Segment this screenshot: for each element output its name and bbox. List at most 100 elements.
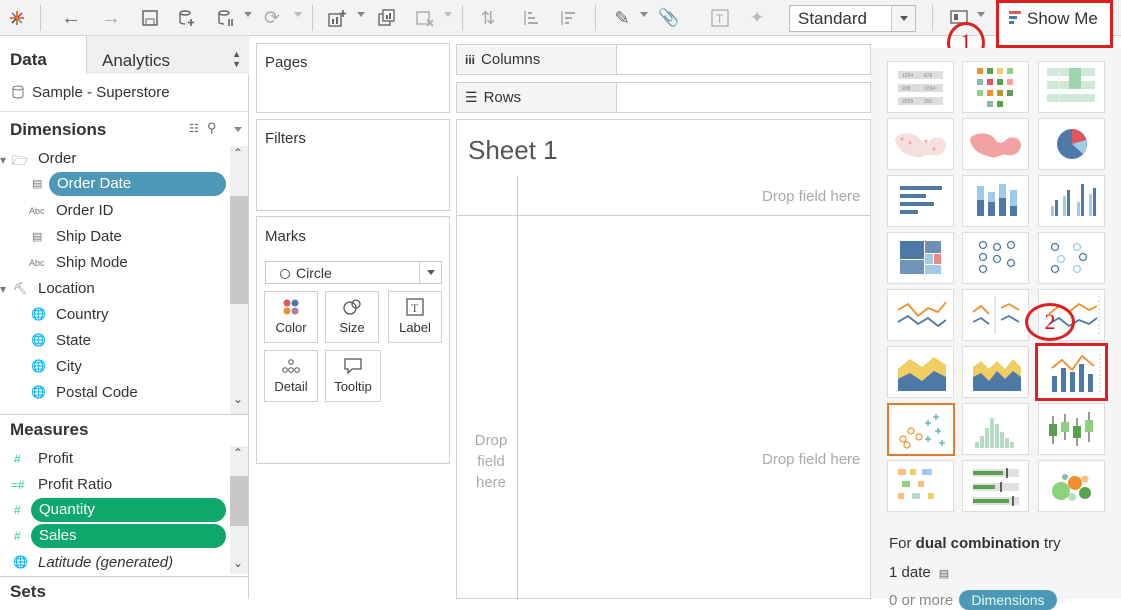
dimension-country[interactable]: Country [56,306,109,323]
new-worksheet-icon[interactable] [325,6,349,30]
caret-icon[interactable] [357,12,365,17]
search-icon[interactable]: ⚲ [207,120,217,136]
fit-select[interactable]: Standard [789,5,916,32]
tab-data[interactable]: Data [0,36,86,74]
dimension-order-date[interactable]: Order Date [49,172,226,196]
caret-icon[interactable] [294,12,302,17]
marks-size-button[interactable]: Size [325,291,379,343]
chart-pie[interactable] [1038,118,1105,170]
chart-circle-views[interactable] [962,232,1029,284]
chart-box-whisker[interactable] [1038,403,1105,455]
globe-icon: 🌐 [31,307,46,321]
filters-shelf[interactable]: Filters [256,119,450,211]
datasource-row[interactable]: Sample - Superstore [12,84,170,102]
chart-horizontal-bars[interactable] [887,175,954,227]
dimension-postal-code[interactable]: Postal Code [56,384,138,401]
chart-text-table[interactable]: 1234 678 938 1034 2029 290 [887,61,954,113]
expand-triangle-icon[interactable]: ▾ [0,282,6,296]
undo-icon[interactable]: ← [58,6,84,30]
chart-symbol-map[interactable] [887,118,954,170]
scroll-up-icon[interactable]: ⌃ [233,446,243,460]
scroll-up-icon[interactable]: ⌃ [233,146,243,160]
pages-title: Pages [265,54,308,71]
dimension-ship-date[interactable]: Ship Date [56,228,122,245]
clear-sheet-icon[interactable] [413,6,437,30]
caret-icon[interactable] [444,12,452,17]
dimension-folder-order[interactable]: Order [38,150,76,167]
marks-title: Marks [265,228,306,245]
marks-tooltip-button[interactable]: Tooltip [325,350,381,402]
view-list-icon[interactable]: ☷ [189,122,199,135]
chart-scatter-plot[interactable] [887,403,955,456]
dimension-folder-location[interactable]: Location [38,280,95,297]
marks-detail-button[interactable]: Detail [264,350,318,402]
show-labels-icon[interactable]: T [708,6,732,30]
dimensions-scroll-thumb[interactable] [230,196,248,304]
refresh-icon[interactable]: ⟳ [260,6,284,30]
drop-field-rows[interactable]: Drop field here [473,430,509,493]
measure-profit[interactable]: Profit [38,450,73,467]
worksheet-canvas[interactable]: Sheet 1 Drop field here Drop field here … [456,119,872,600]
sort-ascending-icon[interactable] [518,6,542,30]
chart-heat-map[interactable] [962,61,1029,113]
chart-side-by-side-bars[interactable] [1038,175,1105,227]
chart-side-by-side-circles[interactable] [1038,232,1105,284]
chart-stacked-bars[interactable] [962,175,1029,227]
chevron-down-icon[interactable] [419,262,441,283]
pages-shelf[interactable]: Pages [256,43,450,113]
show-me-button[interactable]: Show Me [996,0,1113,48]
chart-dual-combination[interactable] [1035,343,1108,401]
save-icon[interactable] [138,6,162,30]
scroll-down-icon[interactable]: ⌄ [233,556,243,570]
swap-icon[interactable]: ⇅ [476,6,500,30]
caret-icon[interactable] [977,12,985,17]
group-members-icon[interactable]: 📎 [657,6,681,30]
pin-icon[interactable]: ✦ [745,6,769,30]
sort-descending-icon[interactable] [555,6,579,30]
expand-triangle-icon[interactable]: ▾ [0,153,6,167]
chart-area-discrete[interactable] [962,346,1029,398]
pause-updates-icon[interactable] [214,6,238,30]
highlight-icon[interactable]: ✎ [610,6,634,30]
rows-shelf[interactable]: ☰ Rows [456,82,871,113]
scroll-down-icon[interactable]: ⌄ [233,392,243,406]
dimension-ship-mode[interactable]: Ship Mode [56,254,128,271]
chart-filled-map[interactable] [962,118,1029,170]
marks-color-button[interactable]: Color [264,291,318,343]
chart-highlight-table[interactable] [1038,61,1105,113]
tab-analytics[interactable]: Analytics ▲ ▼ [86,36,249,74]
chart-histogram[interactable] [962,403,1029,455]
caret-icon[interactable] [234,127,242,132]
dimension-state[interactable]: State [56,332,91,349]
duplicate-sheet-icon[interactable] [375,6,399,30]
measure-profit-ratio[interactable]: Profit Ratio [38,476,112,493]
mark-type-select[interactable]: Circle [265,261,442,284]
measures-scroll-thumb[interactable] [230,476,248,526]
chart-packed-bubbles[interactable] [1038,460,1105,512]
dimension-order-id[interactable]: Order ID [56,202,114,219]
drop-field-center[interactable]: Drop field here [762,451,860,468]
new-datasource-icon[interactable] [175,6,199,30]
drop-field-columns[interactable]: Drop field here [762,188,860,205]
chart-gantt[interactable] [887,460,954,512]
tableau-logo-icon[interactable] [6,6,28,30]
chart-bullet-graph[interactable] [962,460,1029,512]
chart-treemap[interactable] [887,232,954,284]
measure-latitude[interactable]: Latitude (generated) [38,554,173,571]
redo-icon[interactable]: → [98,6,124,30]
caret-icon[interactable] [244,12,252,17]
sort-toggle-icon[interactable]: ▲ ▼ [232,49,241,69]
columns-shelf[interactable]: iii Columns [456,44,871,75]
sets-header: Sets [10,582,46,601]
chart-area-continuous[interactable] [887,346,954,398]
sheet-title[interactable]: Sheet 1 [468,135,558,166]
chart-discrete-lines[interactable] [962,289,1029,341]
caret-icon[interactable] [640,12,648,17]
measure-sales[interactable]: Sales [31,524,226,548]
show-me-requirement-date: 1 date ▤ [889,564,949,581]
marks-label-button[interactable]: T Label [388,291,442,343]
measure-quantity[interactable]: Quantity [31,498,226,522]
dimension-city[interactable]: City [56,358,82,375]
chevron-down-icon[interactable] [891,6,915,31]
chart-continuous-lines[interactable] [887,289,954,341]
